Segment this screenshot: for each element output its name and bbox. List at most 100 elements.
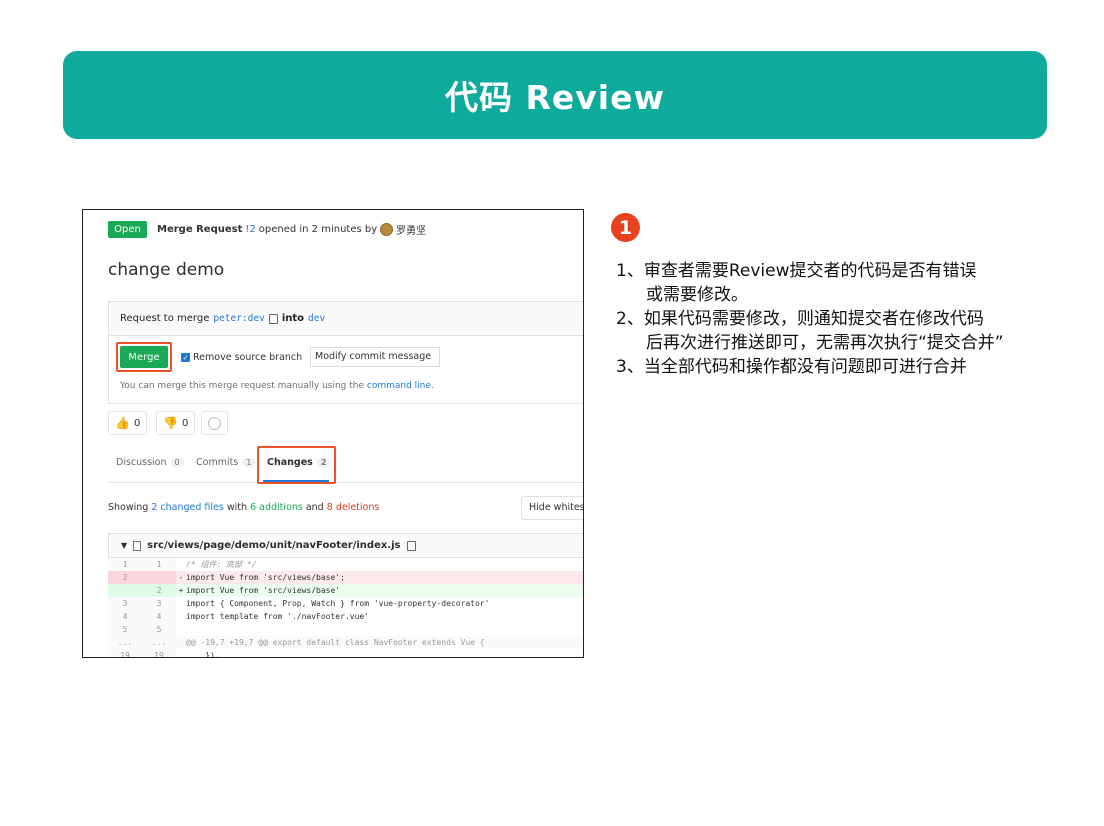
diff-sign [176, 649, 186, 657]
changes-highlight-box [257, 446, 336, 484]
diff-code: }), [186, 651, 220, 658]
deletions-count: 8 deletions [326, 502, 380, 513]
remove-source-branch-checkbox[interactable]: ✓ Remove source branch [181, 352, 302, 363]
new-line-number[interactable] [142, 571, 176, 584]
changed-files-link[interactable]: 2 changed files [151, 502, 224, 513]
step-line: 1、审查者需要Review提交者的代码是否有错误 [616, 261, 977, 281]
mr-id-link[interactable]: !2 [245, 224, 255, 235]
diff-summary: Showing 2 changed files with 6 additions… [108, 502, 379, 513]
expand-lines-new[interactable]: ... [142, 636, 176, 649]
merge-request-screenshot: Open Merge Request !2 opened in 2 minute… [82, 209, 584, 658]
diff-sign [176, 636, 186, 649]
diff-sign: + [178, 586, 184, 595]
step-number-badge: 1 [611, 213, 640, 242]
tab-discussion[interactable]: Discussion 0 [116, 457, 184, 468]
diff-file-header[interactable]: ▼ src/views/page/demo/unit/navFooter/ind… [108, 533, 583, 558]
old-line-number[interactable]: 19 [108, 649, 142, 657]
page-title: 代码 Review [445, 78, 665, 117]
new-line-number[interactable]: 5 [142, 623, 176, 636]
new-line-number[interactable]: 2 [142, 584, 176, 597]
thumbs-up-icon: 👍 [115, 416, 130, 430]
tab-commits-label: Commits [196, 457, 239, 468]
new-line-number[interactable]: 1 [142, 558, 176, 571]
diff-code: import Vue from 'src/views/base'; [186, 573, 345, 582]
merge-widget: Request to merge peter:dev into dev Merg… [108, 301, 583, 404]
step-item: 2、如果代码需要修改，则通知提交者在修改代码 后再次进行推送即可，无需再次执行“… [616, 307, 1004, 355]
diff-line: 19 19 }), [108, 649, 583, 658]
new-line-number[interactable]: 4 [142, 610, 176, 623]
source-branch-link[interactable]: peter:dev [213, 313, 264, 324]
diff-sign [176, 597, 186, 610]
new-line-number[interactable]: 3 [142, 597, 176, 610]
avatar[interactable] [380, 223, 394, 236]
tab-commits[interactable]: Commits 1 [196, 457, 256, 468]
old-line-number[interactable]: 2 [108, 571, 142, 584]
diff-sign: - [178, 573, 184, 582]
request-prefix: Request to merge [120, 313, 210, 324]
tab-commits-count: 1 [242, 458, 256, 467]
file-path: src/views/page/demo/unit/navFooter/index… [147, 540, 401, 551]
diff-code: /* 组件: 底部 */ [186, 560, 257, 569]
status-badge: Open [108, 221, 147, 238]
merge-button[interactable]: Merge [120, 346, 168, 368]
diff-code: import template from './navFooter.vue' [186, 612, 370, 621]
checkbox-checked-icon[interactable]: ✓ [181, 353, 190, 362]
tab-discussion-count: 0 [170, 458, 184, 467]
mr-label: Merge Request [157, 224, 243, 235]
summary-prefix: Showing [108, 502, 149, 513]
expand-lines-old[interactable]: ... [108, 636, 142, 649]
diff-line: 1 1 /* 组件: 底部 */ [108, 558, 583, 571]
step-item: 3、当全部代码和操作都没有问题即可进行合并 [616, 355, 1004, 379]
new-line-number[interactable]: 19 [142, 649, 176, 657]
step-line: 2、如果代码需要修改，则通知提交者在修改代码 [616, 309, 984, 329]
hunk-text: @@ -19,7 +19,7 @@ export default class N… [186, 638, 485, 647]
collapse-caret-icon[interactable]: ▼ [121, 541, 127, 550]
smiley-icon [208, 416, 221, 430]
old-line-number[interactable]: 5 [108, 623, 142, 636]
thumbs-up-award[interactable]: 👍 0 [108, 411, 148, 435]
target-branch-link[interactable]: dev [308, 313, 325, 324]
manual-note-end: . [430, 381, 434, 391]
step-item: 1、审查者需要Review提交者的代码是否有错误 或需要修改。 [616, 259, 1004, 307]
diff-line: 5 5 [108, 623, 583, 636]
step-line-continued: 或需要修改。 [646, 285, 748, 305]
diff-code [186, 623, 583, 636]
thumbs-down-award[interactable]: 👎 0 [156, 411, 196, 435]
modify-commit-message-button[interactable]: Modify commit message [310, 347, 440, 367]
thumbs-up-count: 0 [133, 417, 141, 429]
review-steps: 1、审查者需要Review提交者的代码是否有错误 或需要修改。 2、如果代码需要… [616, 259, 1004, 379]
copy-icon[interactable] [268, 313, 278, 324]
mr-header: Merge Request !2 opened in 2 minutes by … [157, 222, 426, 237]
manual-merge-note: You can merge this merge request manuall… [120, 381, 434, 391]
diff-line-added: 2 + import Vue from 'src/views/base' [108, 584, 583, 597]
mr-title: change demo [108, 260, 225, 280]
add-reaction-button[interactable] [201, 411, 228, 435]
diff-table: 1 1 /* 组件: 底部 */ 2 - import Vue from 'sr… [108, 558, 583, 658]
step-line: 3、当全部代码和操作都没有问题即可进行合并 [616, 357, 967, 377]
title-banner: 代码 Review [63, 51, 1047, 139]
into-text: into [281, 313, 305, 324]
old-line-number[interactable]: 4 [108, 610, 142, 623]
copy-path-icon[interactable] [406, 540, 416, 551]
diff-code: import { Component, Prop, Watch } from '… [186, 599, 490, 608]
hide-whitespace-button[interactable]: Hide whitespace changes [521, 496, 583, 520]
diff-line: 3 3 import { Component, Prop, Watch } fr… [108, 597, 583, 610]
additions-count: 6 additions [250, 502, 303, 513]
old-line-number[interactable]: 1 [108, 558, 142, 571]
summary-with: with [226, 502, 248, 513]
tab-discussion-label: Discussion [116, 457, 167, 468]
diff-code: import Vue from 'src/views/base' [186, 586, 341, 595]
old-line-number[interactable]: 3 [108, 597, 142, 610]
diff-line: 4 4 import template from './navFooter.vu… [108, 610, 583, 623]
old-line-number[interactable] [108, 584, 142, 597]
diff-sign [176, 558, 186, 571]
author-name[interactable]: 罗勇坚 [396, 222, 426, 237]
remove-source-branch-label: Remove source branch [193, 352, 303, 363]
diff-sign [176, 610, 186, 623]
thumbs-down-icon: 👎 [163, 416, 178, 430]
diff-hunk-header[interactable]: ... ... @@ -19,7 +19,7 @@ export default… [108, 636, 583, 649]
file-icon [133, 540, 142, 551]
summary-and: and [305, 502, 324, 513]
diff-line-deleted: 2 - import Vue from 'src/views/base'; [108, 571, 583, 584]
command-line-link[interactable]: command line [367, 381, 431, 391]
